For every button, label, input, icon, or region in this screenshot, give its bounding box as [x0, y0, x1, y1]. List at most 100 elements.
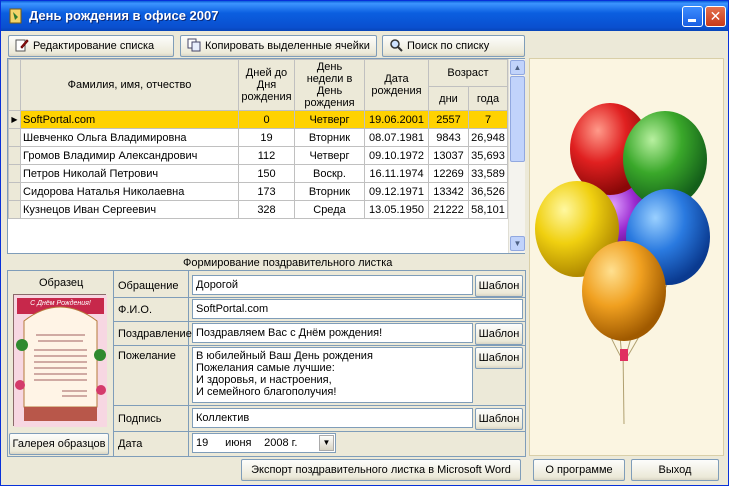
- section-border-bottom: [7, 456, 526, 457]
- cell-weekday[interactable]: Четверг: [294, 110, 365, 129]
- cell-days[interactable]: 112: [238, 146, 295, 165]
- cell-age-years[interactable]: 33,589: [468, 164, 508, 183]
- table-row[interactable]: Громов Владимир Александрович 112 Четверг 0…: [8, 146, 508, 165]
- cell-date[interactable]: 13.05.1950: [364, 200, 429, 219]
- signature-field[interactable]: Коллектив: [192, 408, 473, 428]
- copy-cells-button[interactable]: Копировать выделенные ячейки: [180, 35, 377, 57]
- birthday-table: Фамилия, имя, отчество Дней до Дня рожде…: [8, 59, 508, 219]
- grid-scrollbar[interactable]: ▲ ▼: [508, 59, 525, 253]
- cell-weekday[interactable]: Вторник: [294, 182, 365, 201]
- date-month: июня: [225, 437, 252, 449]
- sample-label: Образец: [39, 277, 84, 289]
- cell-age-years[interactable]: 26,948: [468, 128, 508, 147]
- section-border-left: [7, 270, 8, 456]
- col-age-days-header[interactable]: дни: [428, 86, 469, 111]
- cell-date[interactable]: 09.10.1972: [364, 146, 429, 165]
- cell-age-years[interactable]: 35,693: [468, 146, 508, 165]
- date-year: 2008 г.: [264, 437, 298, 449]
- cell-weekday[interactable]: Четверг: [294, 146, 365, 165]
- table-row[interactable]: Кузнецов Иван Сергеевич 328 Среда 13.05.195…: [8, 200, 508, 219]
- cell-days[interactable]: 328: [238, 200, 295, 219]
- card-preview-graphic: [14, 295, 107, 427]
- minimize-button[interactable]: [682, 6, 703, 27]
- cell-days[interactable]: 19: [238, 128, 295, 147]
- table-row[interactable]: Сидорова Наталья Николаевна 173 Вторник 09.…: [8, 182, 508, 201]
- signature-template-button[interactable]: Шаблон: [475, 408, 523, 430]
- row-divider: [113, 345, 525, 346]
- date-picker[interactable]: 19 июня 2008 г. ▼: [192, 433, 336, 453]
- row-indicator[interactable]: [8, 128, 21, 147]
- scroll-thumb[interactable]: [510, 76, 525, 162]
- row-indicator[interactable]: [8, 164, 21, 183]
- chevron-down-icon[interactable]: ▼: [319, 435, 334, 451]
- about-button[interactable]: О программе: [533, 459, 625, 481]
- cell-age-years[interactable]: 36,526: [468, 182, 508, 201]
- section-border-right: [525, 270, 526, 456]
- col-name-header[interactable]: Фамилия, имя, отчество: [20, 59, 239, 111]
- row-divider: [113, 431, 525, 432]
- row-divider: [113, 297, 525, 298]
- edit-list-button[interactable]: Редактирование списка: [8, 35, 174, 57]
- cell-age-days[interactable]: 12269: [428, 164, 469, 183]
- row-indicator-header: [8, 59, 21, 111]
- title-bar[interactable]: День рождения в офисе 2007 ✕: [1, 1, 728, 31]
- cell-name[interactable]: Кузнецов Иван Сергеевич: [20, 200, 239, 219]
- cell-weekday[interactable]: Воскр.: [294, 164, 365, 183]
- window-title: День рождения в офисе 2007: [29, 8, 219, 23]
- wish-field[interactable]: В юбилейный Ваш День рождения Пожелания …: [192, 347, 473, 403]
- wish-template-button[interactable]: Шаблон: [475, 347, 523, 369]
- table-row[interactable]: Шевченко Ольга Владимировна 19 Вторник 08.0…: [8, 128, 508, 147]
- greeting-template-button[interactable]: Шаблон: [475, 275, 523, 297]
- fio-field[interactable]: SoftPortal.com: [192, 299, 523, 319]
- date-day: 19: [196, 437, 209, 449]
- col-weekday-header[interactable]: День недели в День рождения: [294, 59, 365, 111]
- export-word-button[interactable]: Экспорт поздравительного листка в Micros…: [241, 459, 521, 481]
- cell-weekday[interactable]: Среда: [294, 200, 365, 219]
- sample-card-header: С Днём Рождения!: [30, 300, 91, 307]
- cell-age-years[interactable]: 7: [468, 110, 508, 129]
- row-indicator[interactable]: ▶: [8, 110, 21, 129]
- cell-age-years[interactable]: 58,101: [468, 200, 508, 219]
- congrats-template-button[interactable]: Шаблон: [475, 323, 523, 345]
- cell-date[interactable]: 08.07.1981: [364, 128, 429, 147]
- gallery-button[interactable]: Галерея образцов: [9, 433, 109, 455]
- cell-age-days[interactable]: 2557: [428, 110, 469, 129]
- col-days-header[interactable]: Дней до Дня рождения: [238, 59, 295, 111]
- cell-days[interactable]: 173: [238, 182, 295, 201]
- cell-days[interactable]: 150: [238, 164, 295, 183]
- cell-name[interactable]: Громов Владимир Александрович: [20, 146, 239, 165]
- cell-days[interactable]: 0: [238, 110, 295, 129]
- cell-age-days[interactable]: 13342: [428, 182, 469, 201]
- congrats-field[interactable]: Поздравляем Вас с Днём рождения!: [192, 323, 473, 343]
- cell-age-days[interactable]: 9843: [428, 128, 469, 147]
- balloon-image: [529, 58, 724, 456]
- scroll-down-button[interactable]: ▼: [510, 236, 525, 251]
- cell-date[interactable]: 19.06.2001: [364, 110, 429, 129]
- cell-name[interactable]: SoftPortal.com: [20, 110, 239, 129]
- cell-age-days[interactable]: 13037: [428, 146, 469, 165]
- row-indicator[interactable]: [8, 146, 21, 165]
- table-row[interactable]: Петров Николай Петрович 150 Воскр. 16.11.19…: [8, 164, 508, 183]
- col-age-years-header[interactable]: года: [468, 86, 508, 111]
- birthday-grid[interactable]: Фамилия, имя, отчество Дней до Дня рожде…: [7, 58, 525, 254]
- cell-date[interactable]: 09.12.1971: [364, 182, 429, 201]
- cell-name[interactable]: Петров Николай Петрович: [20, 164, 239, 183]
- cell-age-days[interactable]: 21222: [428, 200, 469, 219]
- cell-name[interactable]: Сидорова Наталья Николаевна: [20, 182, 239, 201]
- close-button[interactable]: ✕: [705, 6, 726, 27]
- greeting-field[interactable]: Дорогой: [192, 275, 473, 295]
- scroll-up-button[interactable]: ▲: [510, 60, 525, 75]
- table-row[interactable]: ▶ SoftPortal.com 0 Четверг 19.06.2001 2557 7: [8, 110, 508, 129]
- row-indicator[interactable]: [8, 200, 21, 219]
- exit-button[interactable]: Выход: [631, 459, 719, 481]
- copy-icon: [187, 38, 201, 52]
- cell-name[interactable]: Шевченко Ольга Владимировна: [20, 128, 239, 147]
- close-icon: ✕: [709, 8, 722, 24]
- col-age-header: Возраст: [428, 59, 508, 87]
- row-indicator[interactable]: [8, 182, 21, 201]
- cell-weekday[interactable]: Вторник: [294, 128, 365, 147]
- cell-date[interactable]: 16.11.1974: [364, 164, 429, 183]
- col-date-header[interactable]: Дата рождения: [364, 59, 429, 111]
- sample-card-thumbnail[interactable]: С Днём Рождения!: [13, 294, 107, 427]
- search-list-button[interactable]: Поиск по списку: [382, 35, 525, 57]
